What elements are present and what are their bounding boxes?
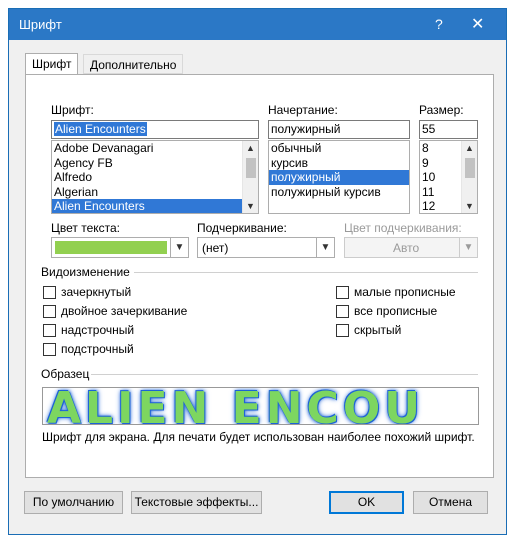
all-caps-label: все прописные (354, 304, 438, 318)
style-input[interactable]: полужирный (268, 120, 410, 139)
superscript-label: надстрочный (61, 323, 135, 337)
cancel-button[interactable]: Отмена (413, 491, 488, 514)
style-list[interactable]: обычный курсив полужирный полужирный кур… (268, 140, 410, 214)
list-item[interactable]: Adobe Devanagari (52, 141, 258, 156)
list-item[interactable]: полужирный курсив (269, 185, 409, 200)
preview-label: Образец (41, 367, 90, 381)
preview-sample: ALIEN ENCOU (47, 387, 424, 425)
close-icon[interactable]: ✕ (471, 14, 484, 34)
font-name-input[interactable]: Alien Encounters (51, 120, 259, 139)
font-dialog: Шрифт ? ✕ Шрифт Дополнительно Шрифт: Ali… (8, 8, 507, 535)
size-label: Размер: (419, 103, 464, 117)
size-input[interactable]: 55 (419, 120, 478, 139)
text-color-label: Цвет текста: (51, 221, 121, 235)
double-strikethrough-label: двойное зачеркивание (61, 304, 188, 318)
list-item-selected[interactable]: Alien Encounters (52, 199, 258, 213)
title-bar: Шрифт ? ✕ (9, 9, 506, 40)
superscript-checkbox[interactable] (43, 324, 56, 337)
underline-combo[interactable]: (нет) ▼ (197, 237, 335, 258)
style-label: Начертание: (268, 103, 338, 117)
chevron-down-icon[interactable]: ▼ (170, 238, 188, 257)
chevron-down-icon: ▼ (459, 238, 477, 257)
text-color-combo[interactable]: ▼ (51, 237, 189, 258)
size-value: 55 (422, 122, 436, 136)
scroll-thumb[interactable] (465, 158, 475, 178)
hidden-checkbox[interactable] (336, 324, 349, 337)
subscript-checkbox[interactable] (43, 343, 56, 356)
chevron-down-icon[interactable]: ▼ (316, 238, 334, 257)
list-item[interactable]: Alfredo (52, 170, 258, 185)
list-item[interactable]: Algerian (52, 185, 258, 200)
size-list[interactable]: 8 9 10 11 12 ▲ ▼ (419, 140, 478, 214)
scroll-down-icon[interactable]: ▼ (246, 201, 255, 211)
set-default-button[interactable]: По умолчанию (24, 491, 123, 514)
underline-label: Подчеркивание: (197, 221, 287, 235)
effects-divider (134, 272, 478, 273)
hidden-label: скрытый (354, 323, 402, 337)
underline-color-label: Цвет подчеркивания: (344, 221, 462, 235)
tab-font[interactable]: Шрифт (25, 53, 79, 75)
list-item-selected[interactable]: полужирный (269, 170, 409, 185)
small-caps-label: малые прописные (354, 285, 456, 299)
underline-color-value: Авто (393, 241, 420, 255)
scroll-up-icon[interactable]: ▲ (465, 143, 474, 153)
subscript-label: подстрочный (61, 342, 134, 356)
list-item[interactable]: Agency FB (52, 156, 258, 171)
scroll-thumb[interactable] (246, 158, 256, 178)
help-button[interactable]: ? (435, 16, 443, 32)
size-list-scrollbar[interactable]: ▲ ▼ (461, 141, 477, 213)
preview-note: Шрифт для экрана. Для печати будет испол… (42, 430, 475, 444)
double-strikethrough-checkbox[interactable] (43, 305, 56, 318)
ok-button[interactable]: OK (329, 491, 404, 514)
small-caps-checkbox[interactable] (336, 286, 349, 299)
strikethrough-label: зачеркнутый (61, 285, 132, 299)
font-list-scrollbar[interactable]: ▲ ▼ (242, 141, 258, 213)
tab-advanced[interactable]: Дополнительно (83, 54, 184, 74)
text-color-swatch (55, 241, 167, 254)
scroll-up-icon[interactable]: ▲ (246, 143, 255, 153)
tab-font-label: Шрифт (32, 57, 72, 71)
underline-color-combo: Авто ▼ (344, 237, 478, 258)
strikethrough-checkbox[interactable] (43, 286, 56, 299)
text-effects-button[interactable]: Текстовые эффекты... (131, 491, 262, 514)
font-list[interactable]: Adobe Devanagari Agency FB Alfredo Alger… (51, 140, 259, 214)
effects-label: Видоизменение (41, 265, 130, 279)
underline-value: (нет) (202, 241, 229, 255)
tab-advanced-label: Дополнительно (90, 58, 177, 72)
preview-box: ALIEN ENCOU (42, 387, 479, 425)
scroll-down-icon[interactable]: ▼ (465, 201, 474, 211)
list-item[interactable]: обычный (269, 141, 409, 156)
font-name-value: Alien Encounters (54, 122, 147, 136)
window-title: Шрифт (19, 17, 62, 32)
list-item[interactable]: курсив (269, 156, 409, 171)
preview-divider (91, 374, 478, 375)
all-caps-checkbox[interactable] (336, 305, 349, 318)
font-label: Шрифт: (51, 103, 94, 117)
style-value: полужирный (271, 122, 341, 136)
